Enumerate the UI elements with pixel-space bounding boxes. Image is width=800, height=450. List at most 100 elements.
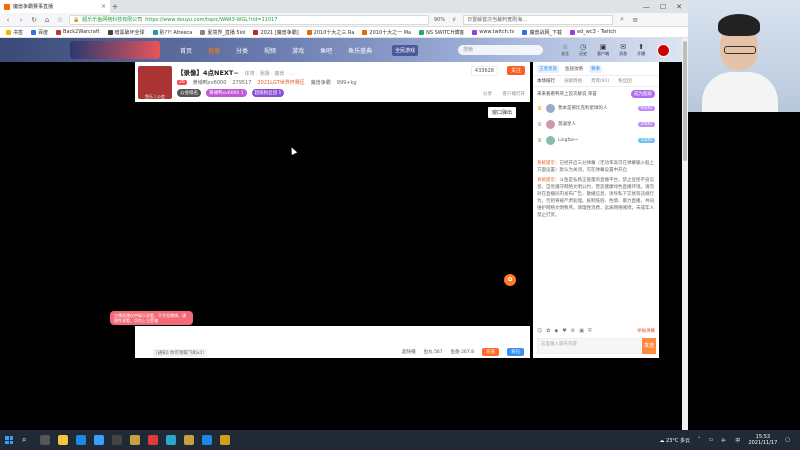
ime-icon[interactable]: 中 — [735, 437, 740, 444]
tab-vip[interactable]: 贵宾(91) — [591, 78, 609, 84]
red-app-icon[interactable] — [148, 435, 158, 445]
bookmark-item[interactable]: Back2Warcraft — [56, 29, 100, 35]
folder-icon[interactable] — [220, 435, 230, 445]
setting-icon[interactable]: ⚙ — [571, 328, 575, 334]
minimize-icon[interactable]: — — [643, 3, 650, 11]
edge-icon[interactable] — [76, 435, 86, 445]
bookmark-item[interactable]: 百度 — [31, 29, 48, 36]
bookmark-item[interactable]: 别??! Afreeca — [152, 29, 192, 36]
bookmark-item[interactable]: NS SWITCH博客 — [419, 29, 464, 36]
guild-pill[interactable]: 公会排名 — [177, 89, 201, 97]
scrollbar-thumb[interactable] — [683, 41, 687, 161]
tray-arrow-icon[interactable]: ˄ — [698, 437, 701, 443]
broadcast-icon[interactable]: ⬆ 开播 — [637, 43, 645, 57]
notification-icon[interactable]: ▢ — [785, 437, 790, 443]
superfan-pill[interactable]: 超级粉丝团 1 — [251, 89, 285, 97]
rank-row[interactable]: ♛ 我本是那比克利星球的人 9000 — [533, 100, 659, 116]
bookmark-item[interactable]: www.twitch.tv — [472, 29, 514, 35]
promo-badge[interactable]: 全民游戏 — [392, 44, 419, 56]
star-icon[interactable]: ☆ — [56, 16, 64, 24]
site-logo[interactable] — [70, 41, 160, 59]
blue-app-icon[interactable] — [166, 435, 176, 445]
nav-festival[interactable]: 鱼乐盛典 — [348, 46, 372, 55]
gift-small-icon[interactable]: ✿ — [546, 328, 550, 334]
bookmark-item[interactable]: 2010十大之一 Ma — [362, 29, 411, 36]
window-close-icon[interactable]: ✕ — [676, 3, 682, 11]
report-danmu-button[interactable]: 举报弹幕 — [637, 328, 655, 334]
search-icon[interactable]: ⌕ — [618, 15, 626, 24]
volume-icon[interactable]: 🔈 — [721, 437, 727, 443]
popout-button[interactable]: 窗口弹出 — [487, 107, 516, 118]
tab-week-rank[interactable]: 贡献周榜 — [564, 78, 582, 84]
user-avatar[interactable] — [657, 43, 671, 57]
category-tag[interactable]: 魔兽争霸 — [311, 79, 331, 86]
network-app-icon[interactable] — [202, 435, 212, 445]
nav-fishbar[interactable]: 鱼吧 — [320, 46, 332, 55]
notice-text[interactable]: [通知] 你可领取飞机x1! — [153, 349, 208, 357]
video-player[interactable]: 窗口弹出 ✿ — [135, 102, 530, 326]
site-search-input[interactable]: 搜索 — [458, 45, 544, 55]
become-superfan-button[interactable]: 成为超级 — [631, 89, 655, 98]
rank-row[interactable]: ♛ 莫凝星人 2000 — [533, 116, 659, 132]
tab-fans[interactable]: 粉丝团 — [618, 78, 632, 84]
vip-link[interactable]: 王者贵族 — [537, 64, 559, 73]
bookmark-item[interactable]: 夏境界_直播 5iol — [200, 29, 245, 36]
history-icon[interactable]: ◷ 历史 — [579, 43, 587, 57]
nav-video[interactable]: 视频 — [264, 46, 276, 55]
backpack-button[interactable]: 背包 — [507, 348, 524, 356]
speedup-button[interactable]: 超快播 — [402, 349, 416, 355]
share-button[interactable]: 分享 — [483, 91, 492, 97]
nav-home[interactable]: 首页 — [180, 46, 192, 55]
event-tag[interactable]: 2021LGT世界杯赛区 — [257, 79, 304, 86]
bookmark-item[interactable]: 2010十大之三 Ra — [306, 29, 354, 36]
shield-icon[interactable]: ⛨ — [588, 328, 592, 334]
bookmark-item[interactable]: 魔兽战网_下载 — [522, 29, 562, 36]
browser-search-input[interactable]: 日置解首次当裁判宽刚海... — [463, 14, 614, 25]
reload-icon[interactable]: ↻ — [30, 16, 38, 24]
nav-category[interactable]: 分类 — [236, 46, 248, 55]
home-icon[interactable]: ⌂ — [43, 16, 51, 24]
forward-icon[interactable]: › — [17, 16, 25, 24]
network-icon[interactable]: ▭ — [708, 437, 713, 443]
maximize-icon[interactable]: ☐ — [660, 3, 666, 11]
bookmark-item[interactable]: 2021 [魔兽争霸] — [253, 29, 299, 36]
nav-game[interactable]: 游戏 — [292, 46, 304, 55]
clock-app-icon[interactable] — [112, 435, 122, 445]
gift-icon[interactable]: ✿ — [504, 274, 516, 286]
emoji-icon[interactable]: ☺ — [537, 328, 542, 334]
client-icon[interactable]: ▣ 客户端 — [597, 43, 609, 57]
bookmark-item[interactable]: 暗黑破坏全球 — [107, 29, 145, 36]
menu-icon[interactable]: ≡ — [631, 16, 639, 24]
task-view-icon[interactable] — [40, 435, 50, 445]
streamer-name[interactable]: 黄埔鸭xv6000 — [193, 79, 227, 86]
clock[interactable]: 15:53 2021/11/17 — [748, 434, 777, 446]
url-input[interactable]: 🔒 超乐乐鱼网络科技有限公司 https://www.douyu.com/top… — [69, 14, 429, 25]
recharge-button[interactable]: 充值 — [482, 348, 499, 356]
back-icon[interactable]: ‹ — [4, 16, 12, 24]
game-app-icon[interactable] — [184, 435, 194, 445]
rank-row[interactable]: ♛ Lingfan~ 1000 — [533, 132, 659, 148]
nav-live[interactable]: 直播 — [208, 46, 220, 55]
warcraft-icon[interactable] — [130, 435, 140, 445]
browser-tab[interactable]: 魔兽争霸赛事直播 × — [0, 0, 110, 13]
new-tab-button[interactable]: + — [110, 2, 120, 11]
tab-current-rank[interactable]: 本场排行 — [537, 78, 555, 84]
lightning-icon[interactable]: ⚡ — [450, 16, 458, 24]
message-icon[interactable]: ✉ 消息 — [619, 43, 627, 57]
bookmark-item[interactable]: ed_wc3 - Twitch — [569, 29, 616, 35]
close-icon[interactable]: × — [101, 3, 106, 10]
fans-pill[interactable]: 黄埔鸭xv6000 1 — [206, 89, 247, 97]
fans-icon[interactable]: ♥ — [562, 328, 566, 334]
event-link[interactable]: 赛事 — [589, 64, 602, 73]
send-button[interactable]: 发送 — [642, 338, 656, 354]
zoom-level[interactable]: 90% — [434, 17, 445, 23]
badge-icon[interactable]: ◆ — [554, 328, 558, 334]
weather-widget[interactable]: ☁ 23°C 多云 — [659, 437, 690, 444]
image-icon[interactable]: ▣ — [579, 328, 584, 334]
start-button[interactable] — [0, 430, 18, 450]
client-open-button[interactable]: 客户端打开 — [503, 91, 526, 97]
bookmark-item[interactable]: 书签 — [6, 29, 23, 36]
chat-input[interactable]: 这里输入聊天内容 — [537, 338, 641, 354]
file-explorer-icon[interactable] — [58, 435, 68, 445]
browser-icon[interactable] — [94, 435, 104, 445]
